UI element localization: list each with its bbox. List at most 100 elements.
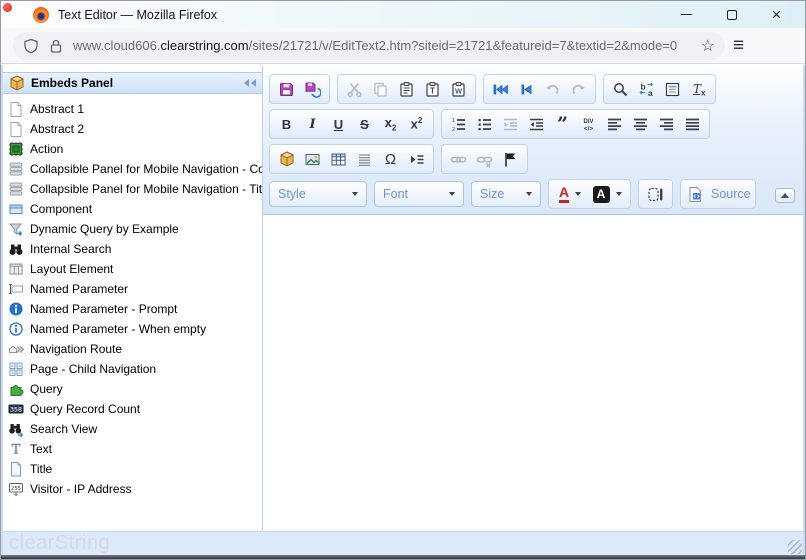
- page-footer: clearString: [3, 531, 803, 555]
- save-and-return-button[interactable]: [300, 77, 325, 101]
- url-domain: clearstring.com: [160, 38, 248, 53]
- toolbar-row-4: Style Font Size A A Source: [269, 178, 797, 210]
- panel-item-visitor-ip[interactable]: 255 Visitor - IP Address: [3, 479, 262, 499]
- editor-toolbar: T W ba Tx B: [263, 65, 803, 215]
- panel-item-page-child-navigation[interactable]: Page - Child Navigation: [3, 359, 262, 379]
- link-button[interactable]: [446, 147, 471, 171]
- paste-from-word-button[interactable]: W: [446, 77, 471, 101]
- window-bottom-edge: [1, 555, 805, 559]
- panel-item-text[interactable]: T Text: [3, 439, 262, 459]
- bold-button[interactable]: B: [274, 112, 299, 136]
- panel-item-layout-element[interactable]: Layout Element: [3, 259, 262, 279]
- special-character-button[interactable]: Ω: [378, 147, 403, 171]
- minimize-button[interactable]: [664, 1, 709, 28]
- remove-format-button[interactable]: Tx: [686, 77, 711, 101]
- panel-item-named-parameter[interactable]: Named Parameter: [3, 279, 262, 299]
- resize-grip[interactable]: [788, 540, 802, 554]
- anchor-button[interactable]: [498, 147, 523, 171]
- copy-button[interactable]: [368, 77, 393, 101]
- toolbar-row-2: B I U S x2 x2 12 ” DIV</>: [269, 108, 797, 140]
- page-break-button[interactable]: [404, 147, 429, 171]
- chevron-down-icon: [526, 192, 532, 196]
- unlink-button[interactable]: [472, 147, 497, 171]
- text-field-icon: [8, 281, 24, 297]
- panel-item-abstract-1[interactable]: Abstract 1: [3, 99, 262, 119]
- url-bar[interactable]: www.cloud606.clearstring.com/sites/21721…: [13, 32, 725, 60]
- panel-item-abstract-2[interactable]: Abstract 2: [3, 119, 262, 139]
- paste-button[interactable]: [394, 77, 419, 101]
- panel-item-named-parameter-when-empty[interactable]: Named Parameter - When empty: [3, 319, 262, 339]
- svg-text:2: 2: [452, 127, 455, 133]
- document-icon: [8, 101, 24, 117]
- panel-item-title[interactable]: Title: [3, 459, 262, 479]
- decrease-indent-button[interactable]: [498, 112, 523, 136]
- svg-text:W: W: [455, 86, 463, 95]
- insert-image-button[interactable]: [300, 147, 325, 171]
- panel-item-named-parameter-prompt[interactable]: Named Parameter - Prompt: [3, 299, 262, 319]
- collapse-toolbar-button[interactable]: [775, 188, 795, 203]
- lock-icon[interactable]: [48, 38, 64, 54]
- maximize-button[interactable]: [709, 1, 754, 28]
- collapse-chevrons-icon[interactable]: [242, 74, 256, 92]
- title-bar[interactable]: Text Editor — Mozilla Firefox ×: [1, 1, 805, 28]
- background-color-button[interactable]: A: [588, 182, 626, 206]
- bookmark-star-icon[interactable]: ☆: [701, 36, 715, 56]
- panel-item-search-view[interactable]: Search View: [3, 419, 262, 439]
- show-blocks-button[interactable]: [643, 182, 668, 206]
- align-left-button[interactable]: [602, 112, 627, 136]
- justify-button[interactable]: [680, 112, 705, 136]
- go-previous-button[interactable]: [514, 77, 539, 101]
- italic-button[interactable]: I: [300, 112, 325, 136]
- size-dropdown[interactable]: Size: [471, 181, 541, 207]
- insert-embed-button[interactable]: [274, 147, 299, 171]
- panel-item-collapsible-title[interactable]: Collapsible Panel for Mobile Navigation …: [3, 179, 262, 199]
- subscript-button[interactable]: x2: [378, 112, 403, 136]
- replace-button[interactable]: ba: [634, 77, 659, 101]
- undo-button[interactable]: [540, 77, 565, 101]
- div-container-button[interactable]: DIV</>: [576, 112, 601, 136]
- panel-item-dynamic-query[interactable]: Dynamic Query by Example: [3, 219, 262, 239]
- blockquote-button[interactable]: ”: [550, 112, 575, 136]
- background-color-swatch: A: [593, 186, 610, 203]
- shield-icon[interactable]: [23, 38, 39, 54]
- letter-t-icon: T: [8, 441, 24, 457]
- panel-item-component[interactable]: Component: [3, 199, 262, 219]
- font-dropdown[interactable]: Font: [374, 181, 464, 207]
- window-title: Text Editor — Mozilla Firefox: [58, 8, 217, 22]
- close-button[interactable]: ×: [754, 1, 799, 28]
- text-color-button[interactable]: A: [553, 182, 587, 206]
- editor-content-area[interactable]: [263, 215, 803, 531]
- toolbar-row-1: T W ba Tx: [269, 73, 797, 105]
- numbered-list-button[interactable]: 12: [446, 112, 471, 136]
- insert-table-button[interactable]: [326, 147, 351, 171]
- svg-text:255: 255: [11, 486, 21, 492]
- panel-item-action[interactable]: Action: [3, 139, 262, 159]
- cut-button[interactable]: [342, 77, 367, 101]
- align-center-button[interactable]: [628, 112, 653, 136]
- underline-button[interactable]: U: [326, 112, 351, 136]
- svg-text:358: 358: [10, 406, 22, 414]
- source-button[interactable]: Source: [680, 179, 756, 209]
- url-text[interactable]: www.cloud606.clearstring.com/sites/21721…: [73, 38, 695, 53]
- chevron-down-icon: [449, 192, 455, 196]
- align-right-button[interactable]: [654, 112, 679, 136]
- select-all-button[interactable]: [660, 77, 685, 101]
- panel-item-navigation-route[interactable]: Navigation Route: [3, 339, 262, 359]
- panel-item-internal-search[interactable]: Internal Search: [3, 239, 262, 259]
- paste-as-text-button[interactable]: T: [420, 77, 445, 101]
- panel-item-query[interactable]: Query: [3, 379, 262, 399]
- superscript-button[interactable]: x2: [404, 112, 429, 136]
- strikethrough-button[interactable]: S: [352, 112, 377, 136]
- panel-item-collapsible-content[interactable]: Collapsible Panel for Mobile Navigation …: [3, 159, 262, 179]
- find-button[interactable]: [608, 77, 633, 101]
- go-first-button[interactable]: [488, 77, 513, 101]
- redo-button[interactable]: [566, 77, 591, 101]
- panel-item-query-record-count[interactable]: 358 Query Record Count: [3, 399, 262, 419]
- increase-indent-button[interactable]: [524, 112, 549, 136]
- recording-dot-icon: [3, 3, 12, 12]
- style-dropdown[interactable]: Style: [269, 181, 367, 207]
- save-button[interactable]: [274, 77, 299, 101]
- menu-hamburger-icon[interactable]: ≡: [733, 35, 744, 57]
- bulleted-list-button[interactable]: [472, 112, 497, 136]
- horizontal-rule-button[interactable]: [352, 147, 377, 171]
